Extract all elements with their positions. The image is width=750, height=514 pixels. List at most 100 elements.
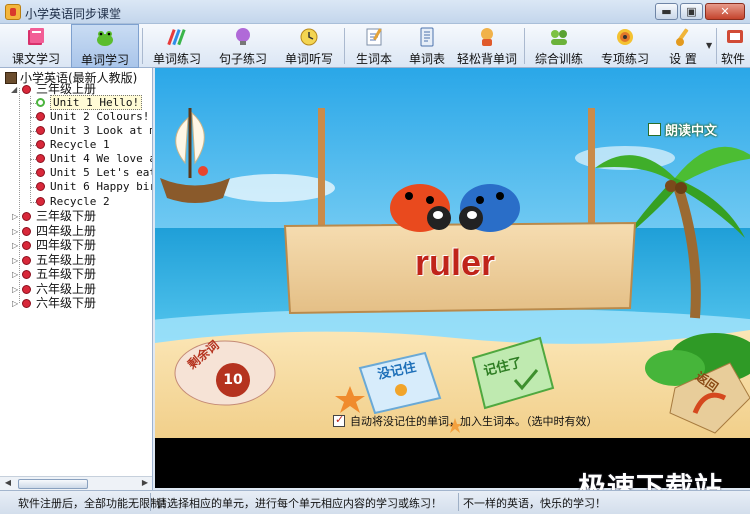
tab-special-practice[interactable]: 专项练习 — [594, 24, 656, 68]
tab-comprehensive[interactable]: 综合训练 — [528, 24, 590, 68]
close-button[interactable]: ✕ — [705, 3, 745, 20]
bullet-icon — [22, 227, 31, 236]
bulb-icon — [236, 28, 250, 45]
tree-group-grade3-vol2[interactable]: 三年级下册 — [22, 209, 96, 223]
bullet-icon — [22, 299, 31, 308]
current-unit-icon — [36, 98, 45, 107]
expand-icon[interactable]: ▷ — [12, 212, 18, 221]
software-icon — [727, 30, 743, 43]
tree-group-grade3-vol1[interactable]: 三年级上册 — [22, 82, 96, 96]
bullet-icon — [36, 126, 45, 135]
expand-icon[interactable]: ▷ — [12, 256, 18, 265]
tree-unit-4[interactable]: Unit 4 We love a — [36, 152, 152, 166]
tree-group-grade5-vol2[interactable]: 五年级下册 — [22, 267, 96, 281]
toolbar-label: 句子练习 — [218, 52, 267, 66]
tree-unit-6[interactable]: Unit 6 Happy bir — [36, 180, 152, 194]
toolbar-label: 设 置 — [669, 52, 697, 66]
tab-software[interactable]: 软件 — [718, 24, 750, 68]
book-icon — [5, 72, 17, 84]
toolbar: 课文学习 单词学习 单词练习 句子练习 单词听写 生词本 单词表 轻松背单词 综… — [0, 24, 750, 68]
tab-word-list[interactable]: 单词表 — [403, 24, 451, 68]
tree-unit-label: Unit 2 Colours! — [50, 110, 150, 123]
tab-vocab-book[interactable]: 生词本 — [348, 24, 400, 68]
scroll-thumb[interactable] — [18, 479, 88, 489]
tree-group-label: 五年级下册 — [36, 267, 97, 281]
bullet-icon — [36, 182, 45, 191]
tab-word-practice[interactable]: 单词练习 — [146, 24, 208, 68]
frog-icon — [97, 31, 113, 46]
read-chinese-checkbox[interactable]: 朗读中文 — [648, 120, 717, 139]
app-icon — [5, 4, 21, 20]
tree-unit-label: Unit 5 Let's eat — [50, 166, 153, 179]
expand-icon[interactable]: ▷ — [12, 285, 18, 294]
bullet-icon — [22, 241, 31, 250]
clock-icon — [300, 28, 318, 46]
expand-icon[interactable]: ▷ — [12, 227, 18, 236]
toolbar-label: 单词学习 — [80, 53, 129, 67]
minimize-button[interactable]: ▬ — [655, 3, 678, 20]
scroll-right-icon[interactable]: ▶ — [138, 478, 152, 490]
wordlist-icon — [420, 27, 434, 47]
unit-tree: 小学英语(最新人教版) ◢ 三年级上册 Unit 1 Hello! Unit 2… — [0, 68, 153, 490]
target-icon — [617, 29, 633, 45]
tree-unit-label: Recycle 2 — [50, 195, 110, 208]
tree-unit-3[interactable]: Unit 3 Look at m — [36, 124, 153, 138]
tree-group-label: 三年级下册 — [36, 209, 97, 223]
tree-group-grade5-vol1[interactable]: 五年级上册 — [22, 253, 96, 267]
tree-recycle-1[interactable]: Recycle 1 — [36, 138, 110, 152]
settings-icon — [676, 28, 689, 46]
tree-group-grade6-vol2[interactable]: 六年级下册 — [22, 296, 96, 310]
scroll-left-icon[interactable]: ◀ — [1, 478, 15, 490]
read-chinese-label: 朗读中文 — [665, 124, 718, 139]
expand-icon[interactable]: ▷ — [12, 241, 18, 250]
title-bar: 小学英语同步课堂 ▬ ▣ ✕ — [0, 0, 750, 24]
auto-add-option[interactable]: ✓ 自动将没记住的单词，加入生词本。（选中时有效） — [333, 413, 598, 429]
character-icon — [481, 28, 493, 46]
tree-unit-1[interactable]: Unit 1 Hello! — [36, 95, 143, 110]
settings-dropdown-icon[interactable]: ▼ — [706, 41, 712, 50]
bullet-icon — [22, 212, 31, 221]
toolbar-label: 软件 — [721, 52, 746, 66]
tree-group-label: 四年级下册 — [36, 238, 97, 252]
bullet-icon — [22, 270, 31, 279]
expand-icon[interactable]: ◢ — [11, 85, 17, 94]
toolbar-label: 生词本 — [355, 52, 392, 66]
tree-group-grade6-vol1[interactable]: 六年级上册 — [22, 282, 96, 296]
toolbar-label: 单词表 — [408, 52, 445, 66]
tree-unit-label: Recycle 1 — [50, 138, 110, 151]
tree-unit-5[interactable]: Unit 5 Let's eat — [36, 166, 153, 180]
book-icon — [28, 28, 44, 45]
tree-group-label: 六年级下册 — [36, 296, 97, 310]
tree-horizontal-scrollbar[interactable]: ◀ ▶ — [0, 476, 152, 490]
tab-word-study[interactable]: 单词学习 — [71, 24, 139, 68]
tree-group-grade4-vol2[interactable]: 四年级下册 — [22, 238, 96, 252]
tree-group-grade4-vol1[interactable]: 四年级上册 — [22, 224, 96, 238]
tab-easy-memorize[interactable]: 轻松背单词 — [454, 24, 520, 68]
bullet-icon — [36, 140, 45, 149]
bullet-icon — [36, 154, 45, 163]
expand-icon[interactable]: ▷ — [12, 299, 18, 308]
tree-unit-2[interactable]: Unit 2 Colours! — [36, 110, 149, 124]
tree-group-label: 五年级上册 — [36, 253, 97, 267]
tab-sentence-practice[interactable]: 句子练习 — [212, 24, 274, 68]
tree-unit-label: Unit 3 Look at m — [50, 124, 153, 137]
status-right: 不一样的英语，快乐的学习！ — [463, 497, 606, 510]
bullet-icon — [36, 168, 45, 177]
toolbar-label: 课文学习 — [11, 52, 60, 66]
remaining-count: 10 — [223, 372, 243, 388]
tab-dictation[interactable]: 单词听写 — [278, 24, 340, 68]
tree-recycle-2[interactable]: Recycle 2 — [36, 195, 110, 209]
toolbar-label: 单词练习 — [152, 52, 201, 66]
bullet-icon — [36, 197, 45, 206]
status-bar: 软件注册后，全部功能无限制！ 请选择相应的单元，进行每个单元相应内容的学习或练习… — [0, 490, 750, 514]
auto-add-checkbox[interactable]: ✓ — [333, 413, 345, 427]
status-middle: 请选择相应的单元，进行每个单元相应内容的学习或练习！ — [156, 497, 442, 510]
toolbar-label: 专项练习 — [600, 52, 649, 66]
tab-text-study[interactable]: 课文学习 — [2, 24, 70, 68]
expand-icon[interactable]: ▷ — [12, 270, 18, 279]
maximize-button[interactable]: ▣ — [680, 3, 703, 20]
tree-group-label: 六年级上册 — [36, 282, 97, 296]
checkbox-box[interactable] — [648, 123, 661, 136]
toolbar-label: 综合训练 — [534, 52, 583, 66]
tab-settings[interactable]: 设 置 — [660, 24, 706, 68]
